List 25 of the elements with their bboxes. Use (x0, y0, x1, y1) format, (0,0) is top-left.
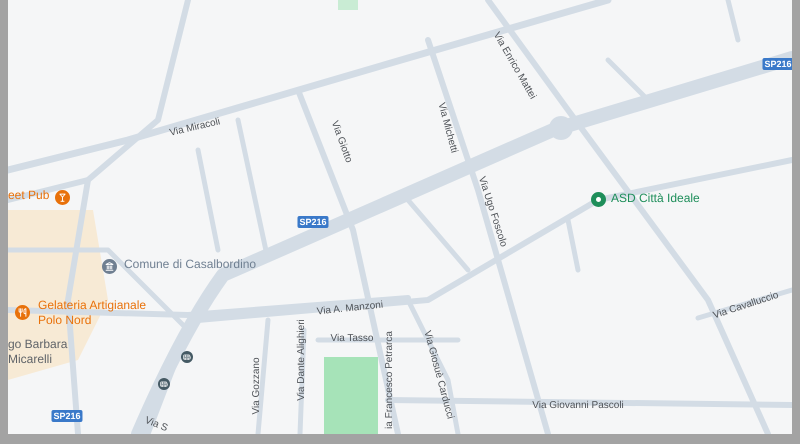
street-label: Via Michetti (436, 102, 458, 154)
place-label[interactable]: go Barbara Micarelli (8, 337, 68, 367)
street-label: ia Francesco Petrarca (385, 331, 395, 429)
street-label: Via Gozzano (252, 357, 262, 415)
street-label: Via S (143, 416, 169, 434)
place-label[interactable]: ASD Città Ideale (611, 191, 700, 206)
street-label: Via Giosuè Carducci (421, 330, 455, 420)
bus-stop-icon[interactable] (181, 351, 193, 363)
place-label[interactable]: Gelateria Artigianale Polo Nord (38, 298, 146, 328)
route-shield: SP216 (51, 410, 83, 422)
park-area (338, 0, 358, 10)
street-label: Via Giotto (328, 120, 354, 164)
map-pin-icon[interactable] (591, 192, 606, 207)
street-label: Via A. Manzoni (316, 300, 384, 318)
street-label: Via Tasso (330, 334, 374, 344)
street-label: Via Ugo Foscolo (476, 176, 508, 248)
street-label: Via Miracoli (168, 117, 222, 139)
place-label[interactable]: Comune di Casalbordino (124, 257, 256, 272)
street-label: Via Dante Alighieri (297, 319, 307, 401)
map-pin-icon[interactable] (55, 190, 70, 205)
route-shield: SP216 (297, 216, 329, 228)
map-pin-icon[interactable] (102, 259, 117, 274)
place-label[interactable]: eet Pub (8, 188, 50, 203)
route-shield: SP216 (762, 58, 792, 70)
street-label: Via Giovanni Pascoli (532, 401, 624, 411)
